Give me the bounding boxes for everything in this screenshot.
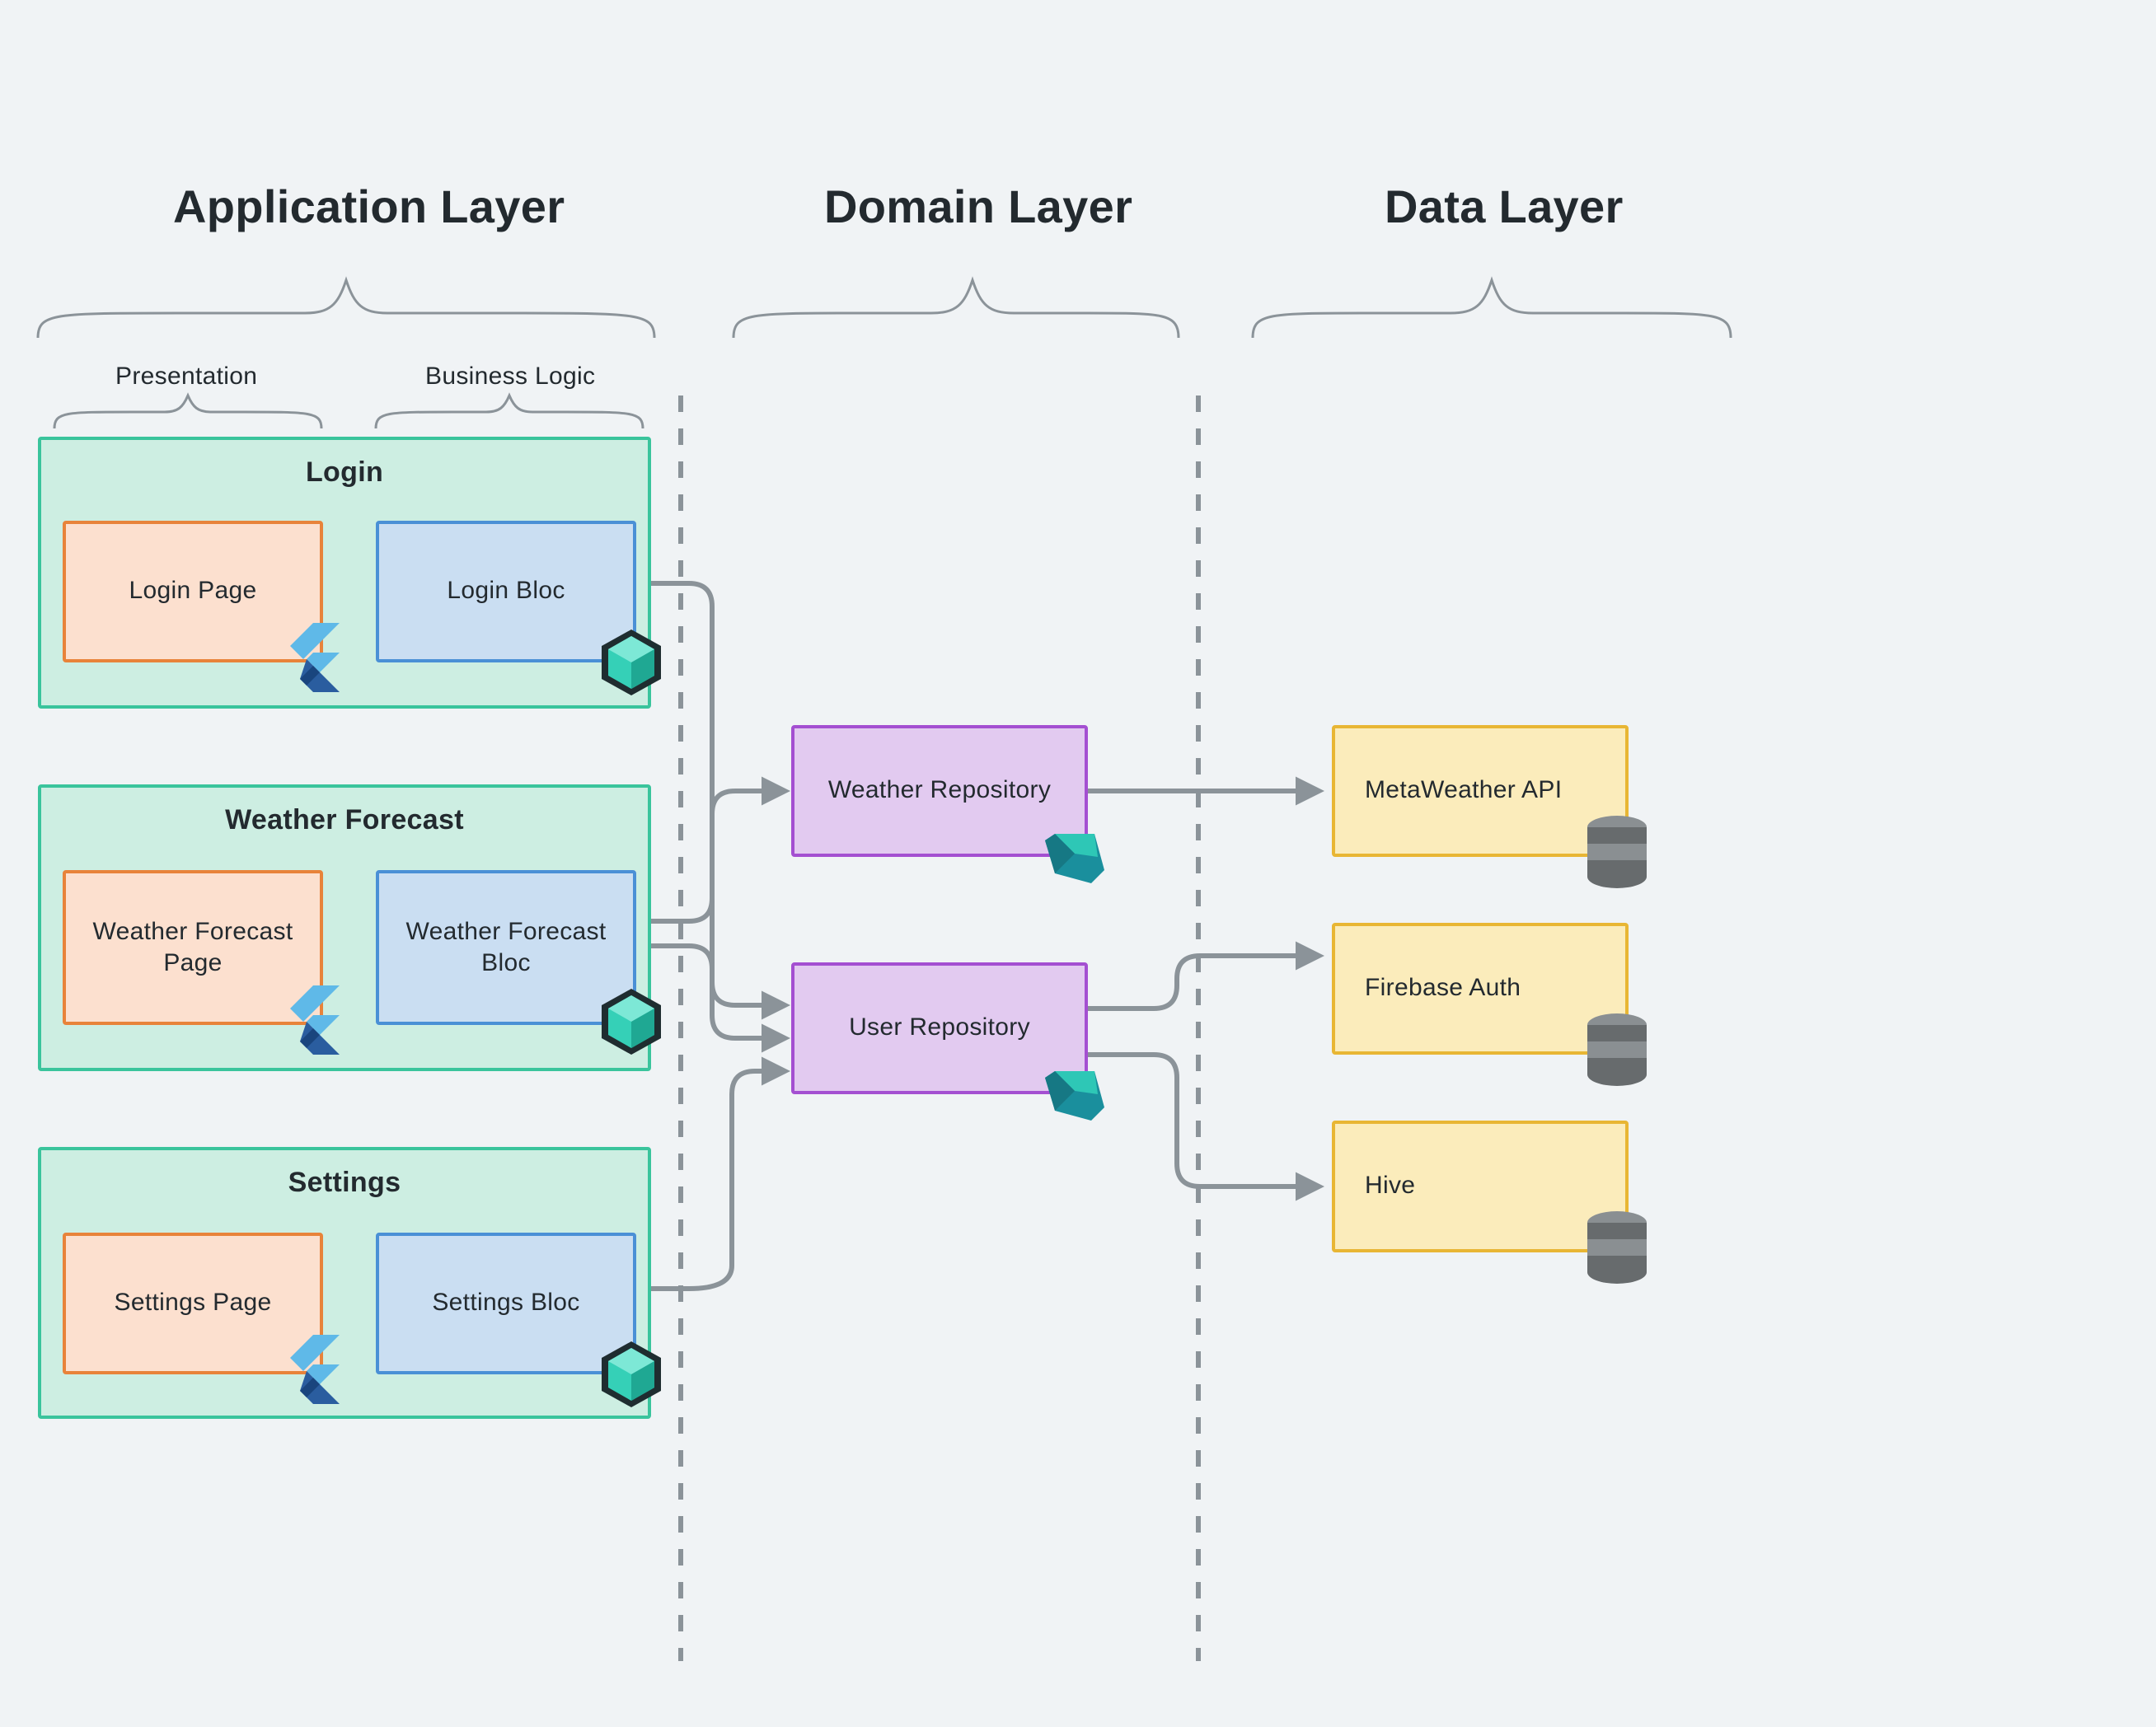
login-bloc-label: Login Bloc	[379, 524, 633, 659]
login-feature-title: Login	[41, 456, 648, 489]
database-icon	[1582, 1012, 1652, 1088]
weather-bloc-label: Weather Forecast Bloc	[379, 873, 633, 1022]
bloc-cube-icon	[598, 985, 664, 1058]
settings-feature-title: Settings	[41, 1167, 648, 1200]
settings-bloc-box: Settings Bloc	[376, 1233, 636, 1374]
dart-logo-icon	[1042, 821, 1108, 887]
bloc-cube-icon	[598, 1338, 664, 1411]
database-icon	[1582, 814, 1652, 890]
login-bloc-box: Login Bloc	[376, 521, 636, 662]
database-icon	[1582, 1210, 1652, 1285]
settings-bloc-label: Settings Bloc	[379, 1236, 633, 1371]
domain-layer-title: Domain Layer	[824, 181, 1132, 234]
application-layer-title: Application Layer	[173, 181, 565, 234]
flutter-logo-icon	[280, 1335, 340, 1407]
business-logic-sublayer-title: Business Logic	[425, 363, 595, 391]
weather-feature-title: Weather Forecast	[41, 804, 648, 837]
flutter-logo-icon	[280, 985, 340, 1058]
presentation-sublayer-title: Presentation	[115, 363, 257, 391]
dart-logo-icon	[1042, 1058, 1108, 1124]
data-layer-title: Data Layer	[1385, 181, 1624, 234]
bloc-cube-icon	[598, 626, 664, 699]
flutter-logo-icon	[280, 623, 340, 695]
weather-bloc-box: Weather Forecast Bloc	[376, 870, 636, 1025]
